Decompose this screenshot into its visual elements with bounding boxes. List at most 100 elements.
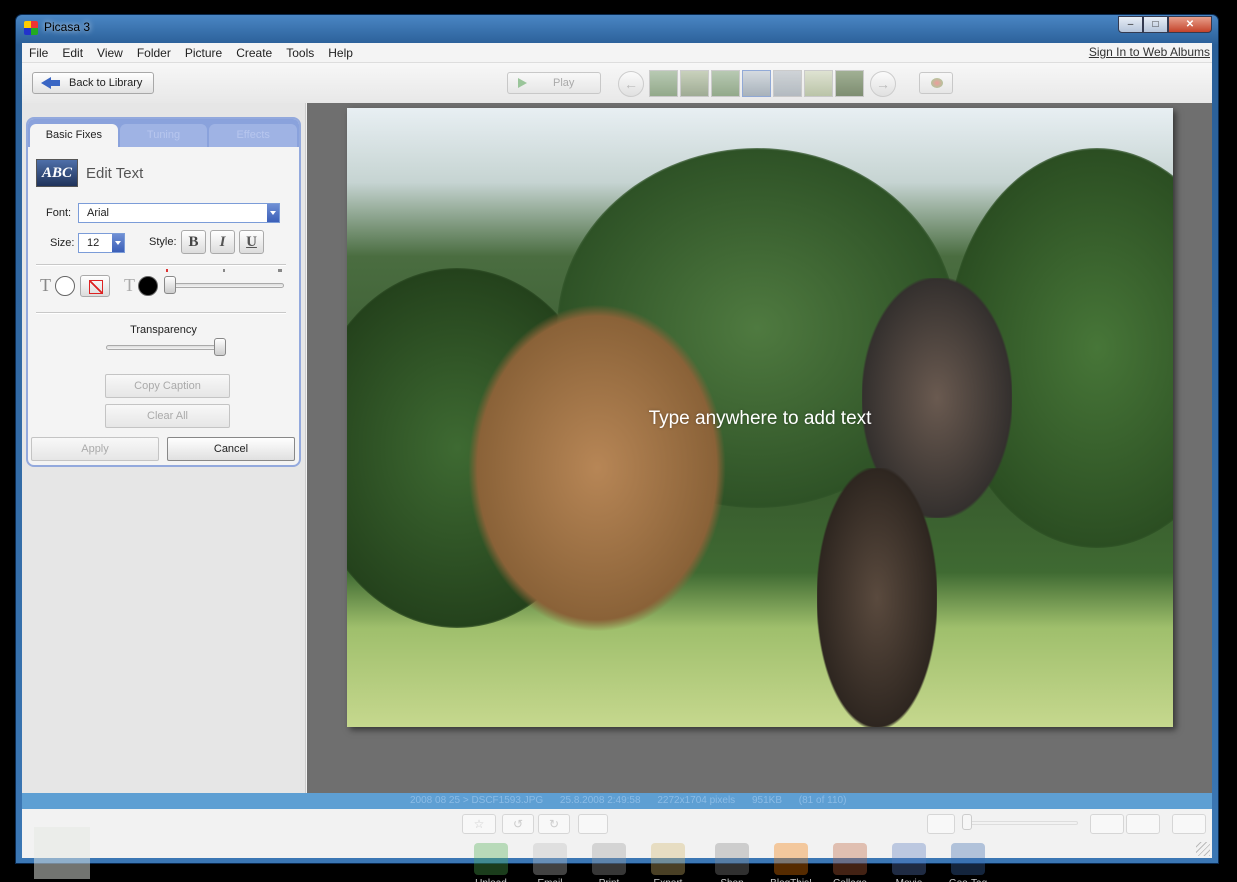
menu-folder[interactable]: Folder xyxy=(130,43,178,62)
clear-all-button[interactable]: Clear All xyxy=(105,404,230,428)
tray-tool-label: Movie xyxy=(881,878,937,882)
people-icon-button[interactable] xyxy=(927,814,955,834)
bottom-tray: ☆ ↺ ↻ UploadEmailPrintExport ShopBlogThis… xyxy=(22,809,1212,882)
tray-tool-label: Upload xyxy=(463,878,519,882)
outline-slider-thumb[interactable] xyxy=(164,276,176,294)
size-select[interactable]: 12 xyxy=(78,233,125,253)
filmstrip-thumbnail[interactable] xyxy=(711,70,740,97)
transparency-slider-track[interactable] xyxy=(106,345,226,350)
edit-tabs: Basic Fixes Tuning Effects xyxy=(28,119,299,147)
photo-viewer: Type anywhere to add text xyxy=(307,103,1212,793)
text-color-swatch[interactable] xyxy=(138,276,158,296)
menu-create[interactable]: Create xyxy=(229,43,279,62)
fit-view-button[interactable] xyxy=(1090,814,1124,834)
tray-tool-label: Geo-Tag xyxy=(940,878,996,882)
no-fill-button[interactable] xyxy=(80,275,110,297)
tab-tuning[interactable]: Tuning xyxy=(119,124,208,147)
play-slideshow-button[interactable]: Play xyxy=(507,72,601,94)
size-value: 12 xyxy=(87,237,100,249)
menu-edit[interactable]: Edit xyxy=(55,43,90,62)
email-icon xyxy=(533,843,567,875)
tray-tool-label: Export xyxy=(640,878,696,882)
previous-photo-button[interactable]: ← xyxy=(618,71,644,97)
filmstrip-thumbnail[interactable] xyxy=(680,70,709,97)
edit-panel: Basic Fixes Tuning Effects ABC Edit Text… xyxy=(26,117,301,467)
menu-picture[interactable]: Picture xyxy=(178,43,229,62)
window-title: Picasa 3 xyxy=(44,20,91,34)
zoom-slider-track[interactable] xyxy=(966,821,1078,825)
tray-tool-geotag[interactable]: Geo-Tag xyxy=(940,843,996,882)
photo-glove xyxy=(817,468,937,727)
rotate-left-button[interactable]: ↺ xyxy=(502,814,534,834)
filmstrip-thumbnail[interactable] xyxy=(804,70,833,97)
filmstrip-thumbnail[interactable] xyxy=(773,70,802,97)
add-text-placeholder: Type anywhere to add text xyxy=(648,408,872,429)
filmstrip-thumbnail[interactable] xyxy=(835,70,864,97)
filmstrip-thumbnail[interactable] xyxy=(649,70,678,97)
menu-help[interactable]: Help xyxy=(321,43,360,62)
tray-tool-upload[interactable]: Upload xyxy=(463,843,519,882)
picasa-web-button[interactable] xyxy=(1172,814,1206,834)
filmstrip-thumbnail-selected[interactable] xyxy=(742,70,771,97)
hold-button[interactable] xyxy=(578,814,608,834)
size-label: Size: xyxy=(50,237,75,249)
outline-text-icon: T xyxy=(124,275,135,295)
slider-tick xyxy=(223,269,225,272)
shop-icon xyxy=(715,843,749,875)
back-arrow-icon xyxy=(41,73,63,93)
geotag-toolbar-button[interactable] xyxy=(919,72,953,94)
star-button[interactable]: ☆ xyxy=(462,814,496,834)
photo-file-size: 951KB xyxy=(751,795,782,806)
tray-tool-email[interactable]: Email xyxy=(522,843,578,882)
cancel-button[interactable]: Cancel xyxy=(167,437,295,461)
title-bar[interactable]: Picasa 3 – □ ✕ xyxy=(16,15,1218,39)
actual-size-button[interactable] xyxy=(1126,814,1160,834)
tray-tool-blogthis[interactable]: BlogThis! xyxy=(763,843,819,882)
tray-tool-movie[interactable]: Movie xyxy=(881,843,937,882)
menu-file[interactable]: File xyxy=(22,43,55,62)
photo-canvas[interactable]: Type anywhere to add text xyxy=(347,108,1173,727)
transparency-slider-thumb[interactable] xyxy=(214,338,226,356)
client-area: File Edit View Folder Picture Create Too… xyxy=(22,43,1212,882)
fill-color-swatch[interactable] xyxy=(55,276,75,296)
back-to-library-label: Back to Library xyxy=(69,77,143,89)
tab-basic-fixes[interactable]: Basic Fixes xyxy=(30,124,118,147)
picasa-window: Picasa 3 – □ ✕ File Edit View Folder Pic… xyxy=(15,14,1219,882)
next-photo-button[interactable]: → xyxy=(870,71,896,97)
tray-tool-label: Email xyxy=(522,878,578,882)
collage-icon xyxy=(833,843,867,875)
back-to-library-button[interactable]: Back to Library xyxy=(32,72,154,94)
italic-button[interactable]: I xyxy=(210,230,235,254)
font-select[interactable]: Arial xyxy=(78,203,280,223)
slider-tick xyxy=(278,269,282,272)
underline-button[interactable]: U xyxy=(239,230,264,254)
photo-tray-thumbnail[interactable] xyxy=(34,827,90,879)
bold-button[interactable]: B xyxy=(181,230,206,254)
apply-button[interactable]: Apply xyxy=(31,437,159,461)
sign-in-web-albums-link[interactable]: Sign In to Web Albums xyxy=(1089,45,1210,59)
photo-info-bar: 2008 08 25 > DSCF1593.JPG 25.8.2008 2:49… xyxy=(22,793,1212,809)
menu-view[interactable]: View xyxy=(90,43,130,62)
minimize-button[interactable]: – xyxy=(1118,16,1143,33)
tab-effects[interactable]: Effects xyxy=(209,124,298,147)
photo-path: 2008 08 25 > DSCF1593.JPG xyxy=(410,795,544,806)
menu-tools[interactable]: Tools xyxy=(279,43,321,62)
edit-sidebar: Basic Fixes Tuning Effects ABC Edit Text… xyxy=(22,103,306,793)
tray-tool-collage[interactable]: Collage xyxy=(822,843,878,882)
tray-tool-export[interactable]: Export xyxy=(640,843,696,882)
resize-grip[interactable] xyxy=(1196,842,1210,856)
close-button[interactable]: ✕ xyxy=(1168,16,1212,33)
rotate-right-button[interactable]: ↻ xyxy=(538,814,570,834)
maximize-button[interactable]: □ xyxy=(1143,16,1168,33)
chevron-down-icon xyxy=(267,204,279,222)
divider xyxy=(36,312,286,314)
style-label: Style: xyxy=(149,236,177,248)
copy-caption-button[interactable]: Copy Caption xyxy=(105,374,230,398)
tray-tool-print[interactable]: Print xyxy=(581,843,637,882)
print-icon xyxy=(592,843,626,875)
tray-tool-label: Print xyxy=(581,878,637,882)
slider-tick xyxy=(166,269,168,272)
tray-tool-shop[interactable]: Shop xyxy=(704,843,760,882)
outline-slider-track[interactable] xyxy=(164,283,284,288)
zoom-slider-thumb[interactable] xyxy=(962,814,972,830)
